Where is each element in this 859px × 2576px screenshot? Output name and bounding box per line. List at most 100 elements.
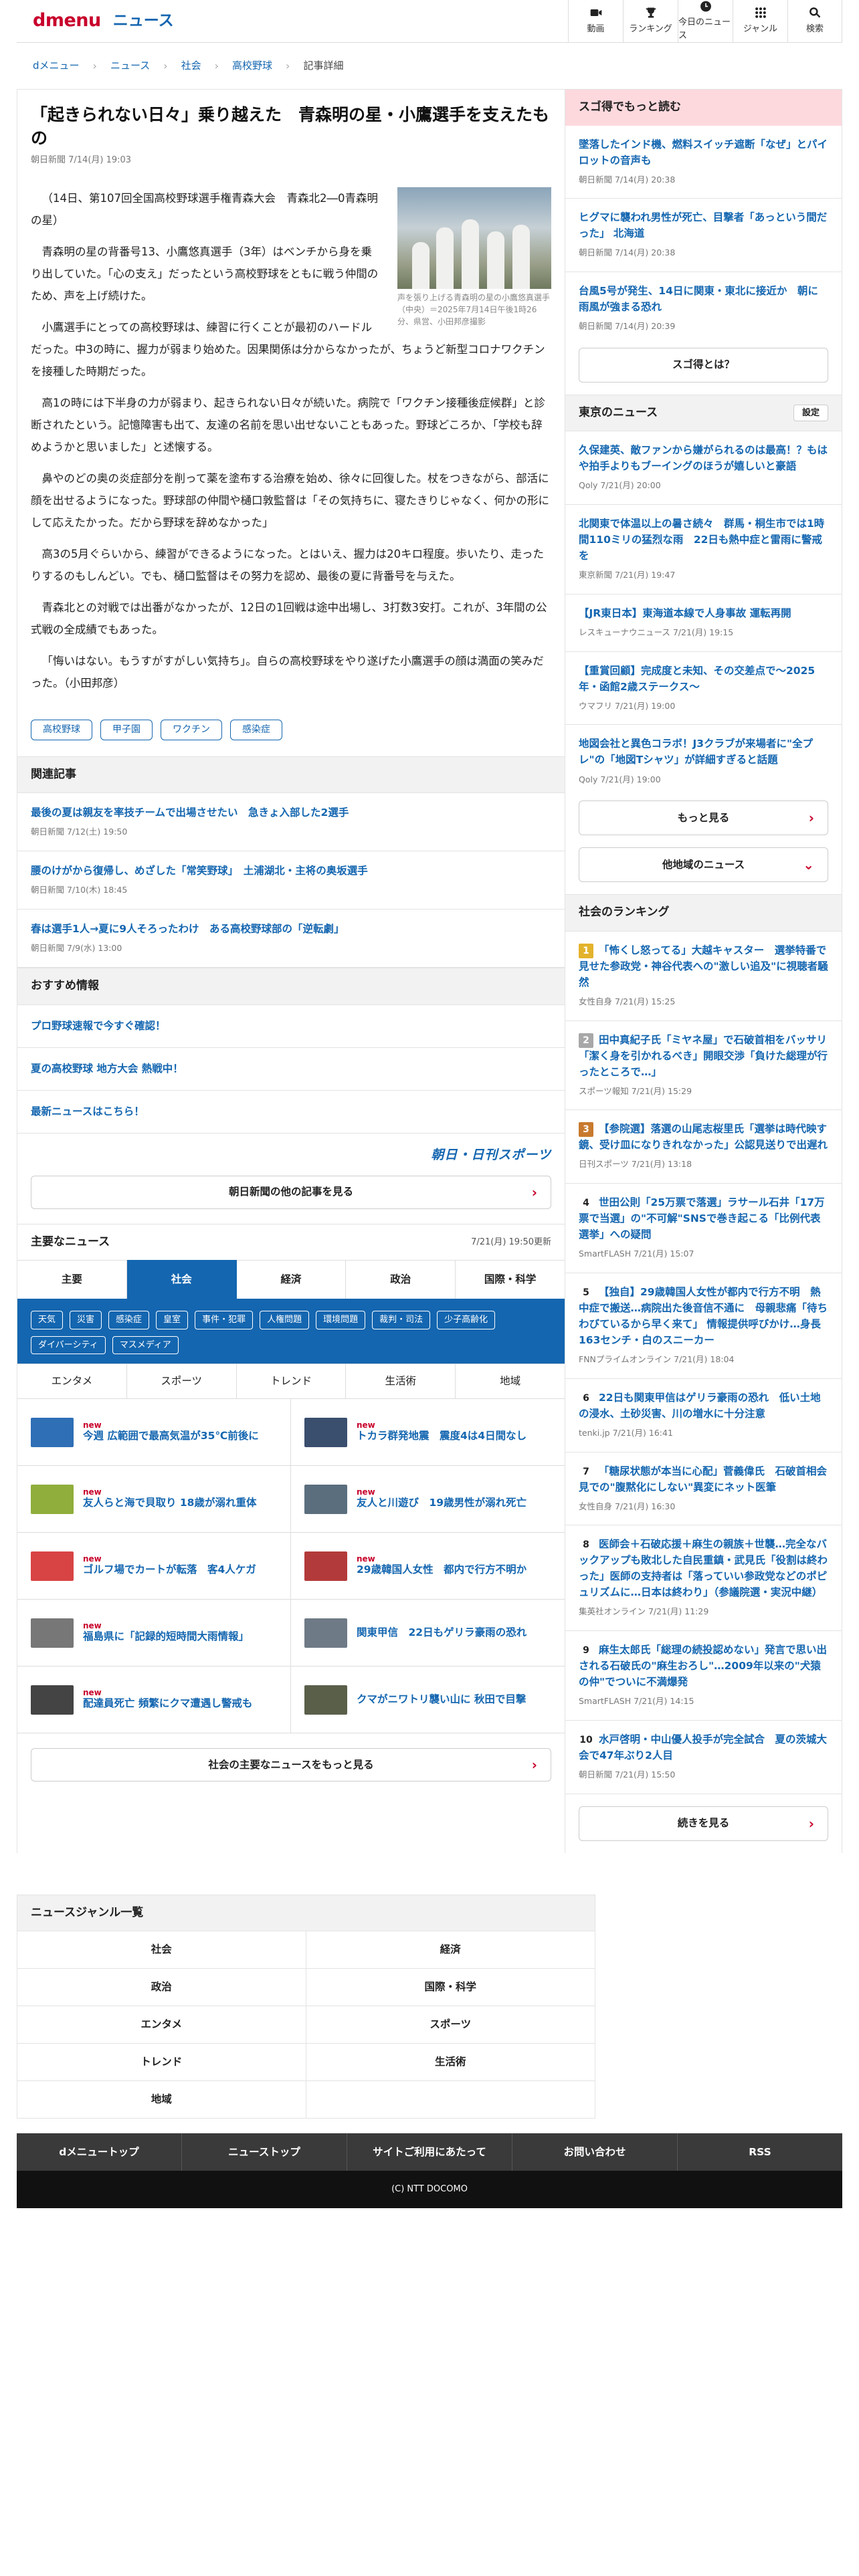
news-thumbnail[interactable]	[31, 1484, 74, 1514]
ranking-more-button[interactable]: 続きを見る ›	[579, 1806, 828, 1841]
breadcrumb-dmenu[interactable]: dメニュー	[33, 58, 80, 74]
tokyo-item[interactable]: 地図会社と異色コラボ！J3クラブが来場者に"全プレ"の「地図Tシャツ」が詳細すぎ…	[565, 725, 842, 798]
news-thumbnail[interactable]	[31, 1685, 74, 1715]
tab-region[interactable]: 地域	[456, 1364, 565, 1398]
tab-economy[interactable]: 経済	[236, 1260, 347, 1299]
asahi-more-button[interactable]: 朝日新聞の他の記事を見る ›	[31, 1175, 551, 1209]
tab-entertainment[interactable]: エンタメ	[17, 1364, 127, 1399]
subtag-environment[interactable]: 環境問題	[316, 1311, 366, 1329]
news-thumbnail[interactable]	[304, 1618, 347, 1648]
tokyo-item[interactable]: 【重賞回顧】完成度と未知、その交差点で〜2025年・函館2歳ステークス〜 ウマフ…	[565, 652, 842, 726]
genre-society[interactable]: 社会	[17, 1931, 306, 1969]
subtag-imperial[interactable]: 皇室	[156, 1311, 189, 1329]
recommended-item[interactable]: 夏の高校野球 地方大会 熱戦中！	[17, 1048, 565, 1091]
subtag-human-rights[interactable]: 人権問題	[260, 1311, 310, 1329]
recommended-item[interactable]: 最新ニュースはこちら！	[17, 1091, 565, 1134]
related-item[interactable]: 最後の夏は親友を率技チームで出場させたい 急きょ入部した2選手 朝日新聞 7/1…	[17, 793, 565, 851]
news-thumbnail[interactable]	[31, 1551, 74, 1581]
nav-video[interactable]: 動画	[568, 0, 623, 42]
news-thumbnail[interactable]	[304, 1417, 347, 1447]
tag-vaccine[interactable]: ワクチン	[161, 719, 222, 740]
footer-rss[interactable]: RSS	[678, 2133, 842, 2171]
nav-genre[interactable]: ジャンル	[733, 0, 787, 42]
news-thumbnail[interactable]	[304, 1484, 347, 1514]
ranking-item[interactable]: 2 田中真紀子氏「ミヤネ屋」で石破首相をバッサリ「潔く身を引かれるべき」開眼交渉「…	[565, 1021, 842, 1111]
logo[interactable]: dmenu ニュース	[17, 0, 174, 42]
ranking-item[interactable]: 4 世田公則「25万票で落選」ラサール石井「17万票で当選」の"不可解"SNSで巻…	[565, 1184, 842, 1273]
nav-today[interactable]: 今日のニュース	[678, 0, 733, 42]
ranking-item[interactable]: 9 麻生太郎氏「総理の続投認めない」発言で思い出される石破氏の"麻生おろし"…20…	[565, 1631, 842, 1721]
logo-section[interactable]: ニュース	[113, 9, 174, 33]
genre-politics[interactable]: 政治	[17, 1969, 306, 2007]
tab-intl-science[interactable]: 国際・科学	[456, 1260, 565, 1299]
tab-main[interactable]: 主要	[17, 1260, 127, 1299]
other-region-button[interactable]: 他地域のニュース ⌄	[579, 847, 828, 883]
tab-trend[interactable]: トレンド	[236, 1364, 347, 1399]
tag-baseball[interactable]: 高校野球	[31, 719, 92, 740]
sugo-item[interactable]: 墜落したインド機、燃料スイッチ遮断「なぜ」とパイロットの音声も 朝日新聞 7/1…	[565, 126, 842, 199]
breadcrumb-baseball[interactable]: 高校野球	[232, 58, 272, 74]
asahi-nikkan-logo[interactable]: 朝日・日刊スポーツ	[17, 1134, 565, 1170]
ranking-item[interactable]: 5 【独自】29歳韓国人女性が都内で行方不明 熱中症で搬送…病院出た後音信不通に …	[565, 1273, 842, 1379]
related-item[interactable]: 春は選手1人→夏に9人そろったわけ ある高校野球部の「逆転劇」 朝日新聞 7/9…	[17, 909, 565, 968]
subtag-courts[interactable]: 裁判・司法	[372, 1311, 431, 1329]
news-thumbnail[interactable]	[304, 1551, 347, 1581]
subtag-aging[interactable]: 少子高齢化	[437, 1311, 496, 1329]
photo-image[interactable]	[397, 187, 551, 289]
main-news-item[interactable]: new 今週 広範囲で最高気温が35℃前後に	[17, 1399, 291, 1467]
genre-entertainment[interactable]: エンタメ	[17, 2006, 306, 2044]
genre-trend[interactable]: トレンド	[17, 2044, 306, 2082]
subtag-disaster[interactable]: 災害	[70, 1311, 102, 1329]
society-more-button[interactable]: 社会の主要なニュースをもっと見る ›	[31, 1748, 551, 1782]
subtag-crime[interactable]: 事件・犯罪	[195, 1311, 254, 1329]
main-news-item[interactable]: new 29歳韓国人女性 都内で行方不明か	[291, 1533, 565, 1600]
news-thumbnail[interactable]	[31, 1618, 74, 1648]
tokyo-more-button[interactable]: もっと見る ›	[579, 800, 828, 836]
tab-politics[interactable]: 政治	[346, 1260, 456, 1299]
logo-brand[interactable]: dmenu	[33, 7, 101, 35]
main-news-item[interactable]: new 配達員死亡 頻繁にクマ遭遇し警戒も	[17, 1667, 291, 1734]
recommended-item[interactable]: プロ野球速報で今すぐ確認！	[17, 1005, 565, 1048]
tab-lifestyle[interactable]: 生活術	[346, 1364, 456, 1399]
genre-economy[interactable]: 経済	[306, 1931, 595, 1969]
breadcrumb-society[interactable]: 社会	[181, 58, 201, 74]
footer-dmenu-top[interactable]: dメニュートップ	[17, 2133, 182, 2171]
settings-button[interactable]: 設定	[793, 404, 828, 422]
news-thumbnail[interactable]	[31, 1417, 74, 1447]
main-news-item[interactable]: new ゴルフ場でカートが転落 客4人ケガ	[17, 1533, 291, 1600]
footer-contact[interactable]: お問い合わせ	[512, 2133, 678, 2171]
sugo-item[interactable]: ヒグマに襲われ男性が死亡、目撃者「あっという間だった」 北海道 朝日新聞 7/1…	[565, 199, 842, 273]
ranking-item[interactable]: 8 医師会＋石破応援＋麻生の親族＋世襲…完全なバックアップも敗北した自民重鎮・武見…	[565, 1525, 842, 1632]
genre-region[interactable]: 地域	[17, 2081, 306, 2119]
main-news-item[interactable]: new 友人と川遊び 19歳男性が溺れ死亡	[291, 1466, 565, 1533]
main-news-item[interactable]: new 友人らと海で貝取り 18歳が溺れ重体	[17, 1466, 291, 1533]
ranking-item[interactable]: 7 「糖尿状態が本当に心配」菅義偉氏 石破首相会見での"腹黙化にしない"異変にネッ…	[565, 1453, 842, 1526]
subtag-infection[interactable]: 感染症	[108, 1311, 150, 1329]
news-thumbnail[interactable]	[304, 1685, 347, 1715]
subtag-weather[interactable]: 天気	[31, 1311, 64, 1329]
ranking-item[interactable]: 1 「怖くし怒ってる」大越キャスター 選挙特番で見せた参政党・神谷代表への"激しい…	[565, 932, 842, 1021]
tag-koshien[interactable]: 甲子園	[100, 719, 153, 740]
main-news-item[interactable]: 関東甲信 22日もゲリラ豪雨の恐れ	[291, 1600, 565, 1667]
genre-lifestyle[interactable]: 生活術	[306, 2044, 595, 2082]
ranking-item[interactable]: 3 【参院選】落選の山尾志桜里氏「選挙は時代映す鏡、受け皿になりきれなかった」公認…	[565, 1110, 842, 1184]
nav-search[interactable]: 検索	[787, 0, 842, 42]
nav-ranking[interactable]: ランキング	[623, 0, 678, 42]
breadcrumb-news[interactable]: ニュース	[110, 58, 150, 74]
tab-sports[interactable]: スポーツ	[126, 1364, 237, 1399]
footer-terms[interactable]: サイトご利用にあたって	[347, 2133, 512, 2171]
tokyo-item[interactable]: 久保建英、敵ファンから嫌がられるのは最高！？もはや拍手よりもブーイングのほうが嬉…	[565, 431, 842, 506]
main-news-item[interactable]: new トカラ群発地震 震度4は4日間なし	[291, 1399, 565, 1467]
ranking-item[interactable]: 10 水戸啓明・中山優人投手が完全試合 夏の茨城大会で47年ぶり2人目 朝日新聞 7…	[565, 1721, 842, 1794]
genre-intl-science[interactable]: 国際・科学	[306, 1969, 595, 2007]
main-news-item[interactable]: クマがニワトリ襲い山に 秋田で目撃	[291, 1667, 565, 1734]
tag-infection[interactable]: 感染症	[230, 719, 282, 740]
tokyo-item[interactable]: 【JR東日本】東海道本線で人身事故 運転再開 レスキューナウニュース 7/21(…	[565, 595, 842, 652]
tokyo-item[interactable]: 北関東で体温以上の暑さ続々 群馬・桐生市では1時間110ミリの猛烈な雨 22日も…	[565, 505, 842, 595]
subtag-diversity[interactable]: ダイバーシティ	[31, 1335, 106, 1355]
footer-news-top[interactable]: ニューストップ	[182, 2133, 347, 2171]
related-item[interactable]: 腰のけがから復帰し、めざした「常笑野球」 土浦湖北・主将の奥坂選手 朝日新聞 7…	[17, 851, 565, 909]
subtag-media[interactable]: マスメディア	[112, 1335, 179, 1355]
article-photo[interactable]: 声を張り上げる青森明の星の小鷹悠真選手（中央）＝2025年7月14日午後1時26…	[397, 187, 551, 328]
tab-society[interactable]: 社会	[126, 1260, 237, 1299]
